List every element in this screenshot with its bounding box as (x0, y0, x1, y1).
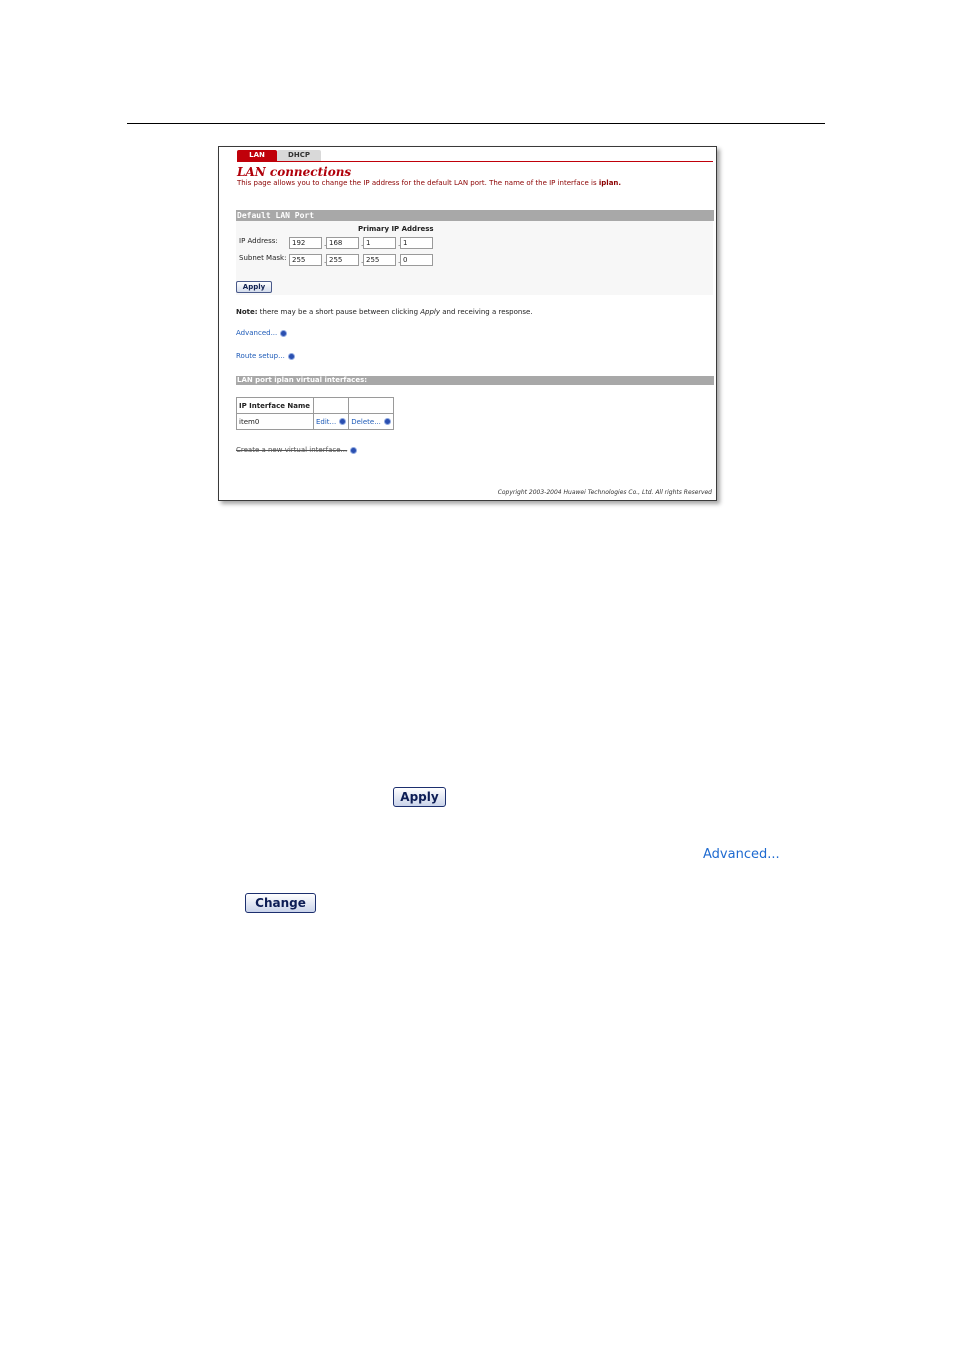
advanced-link-illustration[interactable]: Advanced... (703, 847, 780, 862)
column-header-empty (348, 397, 394, 414)
copyright-text: Copyright 2003-2004 Huawei Technologies … (497, 489, 712, 496)
note-text: Note: there may be a short pause between… (236, 308, 533, 316)
note-apply-word: Apply (420, 308, 441, 316)
create-link-label: Create a new virtual interface... (236, 446, 348, 454)
lan-config-screenshot: LAN DHCP LAN connections This page allow… (218, 146, 717, 501)
ip-octet-1[interactable]: 192 (289, 237, 322, 249)
tab-dhcp[interactable]: DHCP (277, 150, 321, 161)
column-header-empty (312, 397, 350, 414)
mask-octet-1[interactable]: 255 (289, 254, 322, 266)
apply-button[interactable]: Apply (236, 281, 272, 293)
ip-octet-4[interactable]: 1 (400, 237, 433, 249)
page-header-rule (127, 123, 825, 124)
section-default-lan-port: Default LAN Port (236, 210, 714, 221)
help-icon (383, 418, 391, 425)
mask-octet-2[interactable]: 255 (326, 254, 359, 266)
route-setup-label: Route setup... (236, 352, 285, 360)
advanced-link-label: Advanced... (236, 329, 278, 337)
ip-form-panel: Primary IP Address IP Address: 192 . 168… (236, 221, 713, 295)
note-label: Note: (236, 308, 258, 316)
change-button-illustration[interactable]: Change (245, 893, 316, 913)
route-setup-link[interactable]: Route setup... (236, 352, 295, 360)
advanced-link[interactable]: Advanced... (236, 329, 288, 337)
tab-lan[interactable]: LAN (237, 150, 277, 161)
virtual-interface-table: IP Interface Name item0 Edit... Delete..… (236, 397, 394, 430)
tab-bar: LAN DHCP (237, 150, 713, 161)
section-virtual-interfaces: LAN port iplan virtual interfaces: (236, 376, 714, 385)
tab-underline (237, 161, 713, 162)
note-end: and receiving a response. (440, 308, 533, 316)
edit-link-label: Edit... (316, 417, 337, 426)
help-icon (350, 446, 358, 454)
ip-octet-3[interactable]: 1 (363, 237, 396, 249)
subnet-mask-label: Subnet Mask: (239, 254, 287, 262)
create-virtual-interface-link[interactable]: Create a new virtual interface... (236, 446, 358, 454)
column-header-ip-interface-name: IP Interface Name (236, 397, 314, 414)
ip-address-label: IP Address: (239, 237, 278, 245)
page-title: LAN connections (237, 165, 352, 179)
delete-link-label: Delete... (351, 417, 381, 426)
interface-name-cell: item0 (236, 413, 314, 430)
edit-link[interactable]: Edit... (312, 413, 350, 430)
page-description: This page allows you to change the IP ad… (237, 179, 621, 187)
interface-name: iplan. (598, 179, 622, 187)
apply-button-illustration[interactable]: Apply (393, 787, 446, 807)
table-row: item0 Edit... Delete... (236, 413, 394, 430)
mask-octet-4[interactable]: 0 (400, 254, 433, 266)
mask-octet-3[interactable]: 255 (363, 254, 396, 266)
help-icon (287, 352, 295, 360)
note-body: there may be a short pause between click… (257, 308, 421, 316)
description-text: This page allows you to change the IP ad… (237, 179, 599, 187)
help-icon (339, 418, 347, 425)
primary-ip-heading: Primary IP Address (358, 225, 434, 233)
ip-octet-2[interactable]: 168 (326, 237, 359, 249)
table-header-row: IP Interface Name (236, 397, 394, 414)
delete-link[interactable]: Delete... (348, 413, 394, 430)
help-icon (280, 329, 288, 337)
